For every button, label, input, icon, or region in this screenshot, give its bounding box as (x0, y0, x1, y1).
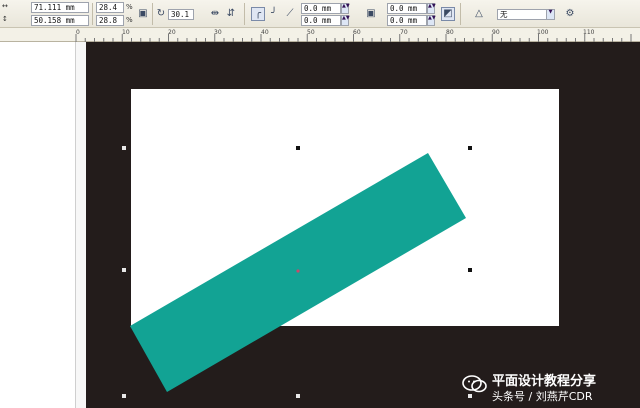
selection-handle[interactable] (122, 146, 126, 150)
wechat-logo-icon (462, 375, 487, 393)
selection-handle[interactable] (468, 268, 472, 272)
selection-handle[interactable] (122, 268, 126, 272)
rotation-center-marker[interactable] (296, 269, 300, 273)
selection-handle[interactable] (122, 394, 126, 398)
watermark-subtitle: 头条号 / 刘燕芹CDR (492, 390, 593, 403)
selection-handle[interactable] (468, 146, 472, 150)
selection-handle[interactable] (296, 146, 300, 150)
rotated-rectangle-layer (130, 153, 466, 392)
watermark-title: 平面设计教程分享 (492, 374, 597, 389)
selection-handle[interactable] (296, 394, 300, 398)
watermark: 平面设计教程分享 头条号 / 刘燕芹CDR (462, 368, 640, 408)
